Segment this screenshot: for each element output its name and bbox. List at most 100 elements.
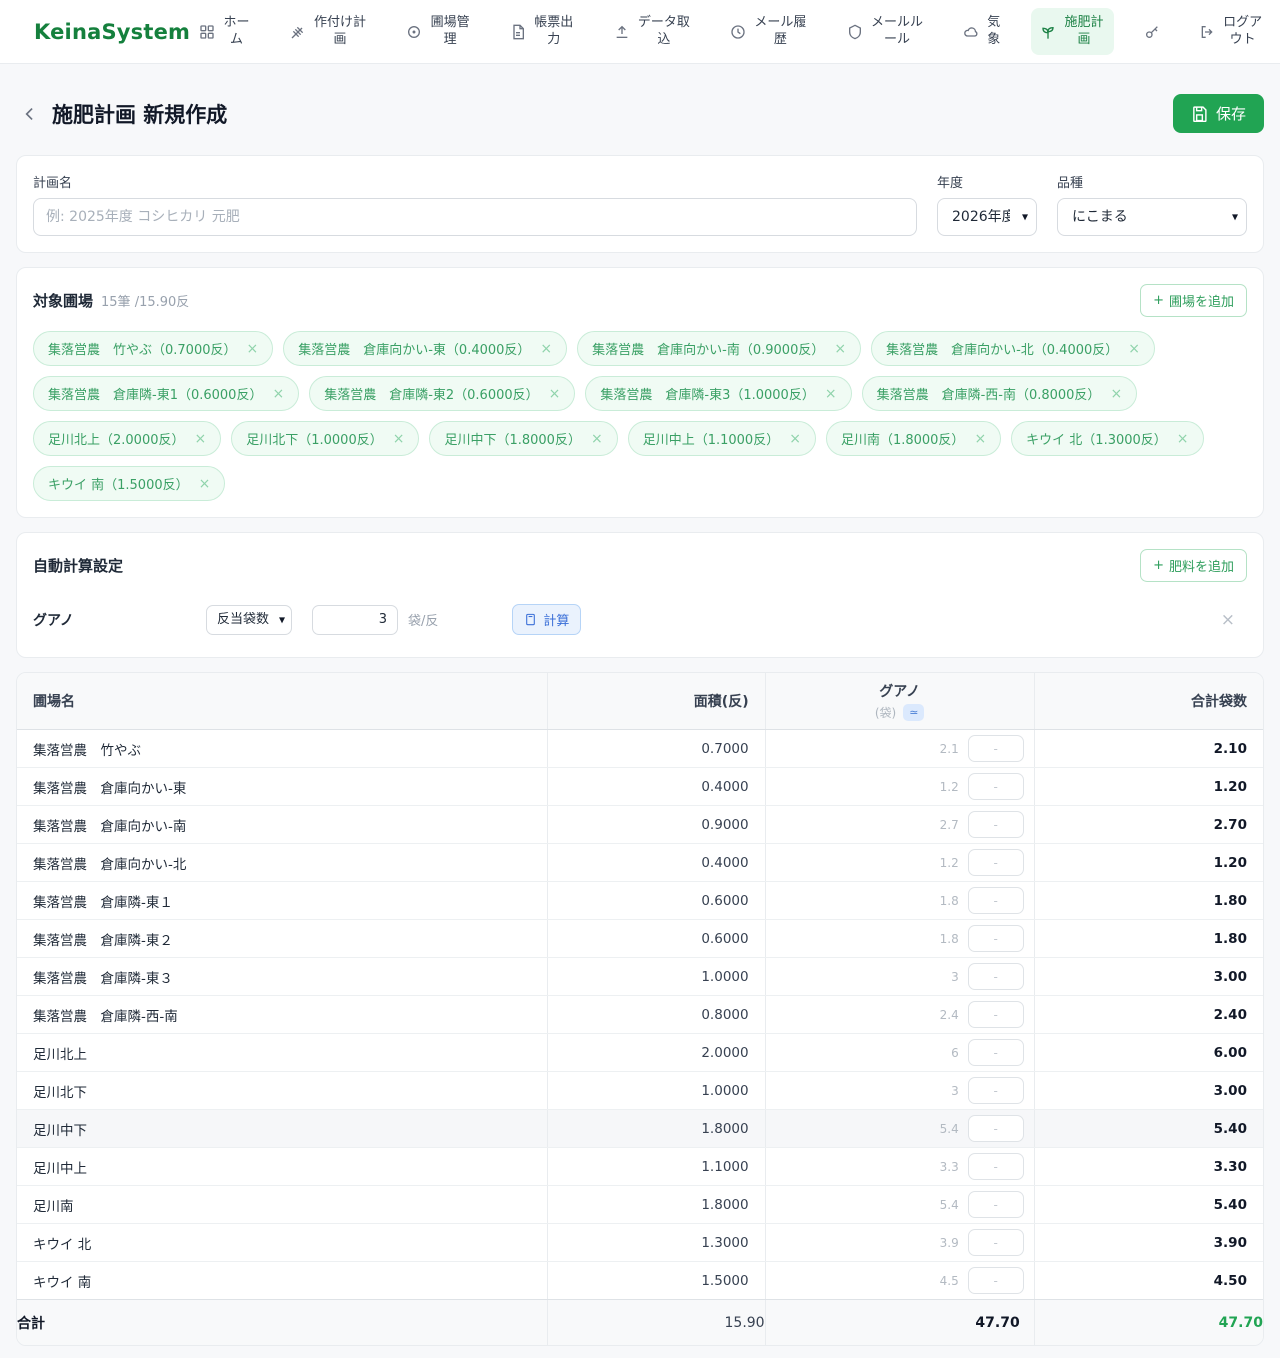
tag-close-icon[interactable]: ×	[195, 432, 207, 446]
manual-amount-input[interactable]	[968, 963, 1024, 990]
nav-item-weather[interactable]: 気象	[954, 8, 1010, 56]
field-name-cell: 集落営農 倉庫隣-東２	[17, 920, 547, 957]
plan-name-label: 計画名	[33, 172, 917, 191]
nav-item-password-key[interactable]	[1135, 17, 1169, 47]
nav-label: 作付け計画	[313, 15, 368, 49]
variety-label: 品種	[1057, 172, 1247, 191]
field-name-cell: 集落営農 倉庫隣-東１	[17, 882, 547, 919]
upload-icon	[614, 24, 630, 40]
field-tag: 集落営農 倉庫向かい-南（0.9000反） ×	[577, 331, 861, 366]
tag-close-icon[interactable]: ×	[247, 342, 259, 356]
tag-close-icon[interactable]: ×	[393, 432, 405, 446]
bags-per-tan-input[interactable]	[312, 605, 398, 635]
nav-item-fertilization-plan[interactable]: 施肥計画	[1031, 8, 1114, 56]
nav-item-report-output[interactable]: 帳票出力	[501, 8, 584, 56]
manual-amount-input[interactable]	[968, 1077, 1024, 1104]
area-cell: 1.0000	[547, 958, 765, 995]
fertilizer-cell: 2.7	[765, 806, 1034, 843]
table-row: 集落営農 倉庫向かい-東 0.4000 1.2 1.20	[17, 768, 1263, 806]
tag-close-icon[interactable]: ×	[974, 432, 986, 446]
fertilizer-name: グアノ	[33, 610, 206, 630]
table-row: キウイ 南 1.5000 4.5 4.50	[17, 1262, 1263, 1299]
tag-close-icon[interactable]: ×	[825, 387, 837, 401]
nav-label: ホーム	[222, 15, 251, 49]
nav-item-home[interactable]: ホーム	[190, 8, 260, 56]
grand-total: 47.70	[1034, 1300, 1263, 1345]
fertilizer-cell: 1.8	[765, 920, 1034, 957]
manual-amount-input[interactable]	[968, 1039, 1024, 1066]
manual-amount-input[interactable]	[968, 811, 1024, 838]
area-cell: 0.9000	[547, 806, 765, 843]
manual-amount-input[interactable]	[968, 1153, 1024, 1180]
brand-logo: KeinaSystem	[34, 20, 190, 44]
row-total-cell: 4.50	[1034, 1262, 1263, 1299]
auto-calc-card: 自動計算設定 + 肥料を追加 グアノ 反当袋数 ▾ 袋/反 計算 ×	[16, 532, 1264, 658]
manual-amount-input[interactable]	[968, 1001, 1024, 1028]
row-total-cell: 5.40	[1034, 1186, 1263, 1223]
nav-item-mail-rules[interactable]: メールルール	[838, 8, 934, 56]
field-tag: 足川中上（1.1000反） ×	[628, 421, 816, 456]
field-name-cell: 集落営農 倉庫向かい-北	[17, 844, 547, 881]
area-cell: 0.4000	[547, 768, 765, 805]
auto-calc-value: 3	[951, 970, 959, 984]
area-cell: 1.5000	[547, 1262, 765, 1299]
tag-close-icon[interactable]: ×	[199, 477, 211, 491]
table-row: 集落営農 倉庫隣-東２ 0.6000 1.8 1.80	[17, 920, 1263, 958]
manual-amount-input[interactable]	[968, 1229, 1024, 1256]
manual-amount-input[interactable]	[968, 925, 1024, 952]
manual-amount-input[interactable]	[968, 1267, 1024, 1294]
nav-item-logout[interactable]: ログアウト	[1190, 8, 1273, 56]
nav-item-field-management[interactable]: 圃場管理	[397, 8, 480, 56]
table-row: 足川北上 2.0000 6 6.00	[17, 1034, 1263, 1072]
back-button[interactable]	[16, 100, 44, 128]
add-fertilizer-button[interactable]: + 肥料を追加	[1140, 549, 1247, 582]
remove-fertilizer-icon[interactable]: ×	[1221, 610, 1235, 630]
plan-name-input[interactable]	[33, 198, 917, 236]
manual-amount-input[interactable]	[968, 773, 1024, 800]
row-total-cell: 2.70	[1034, 806, 1263, 843]
field-tag-label: 足川北下（1.0000反）	[246, 429, 383, 448]
auto-calc-value: 1.2	[940, 856, 959, 870]
manual-amount-input[interactable]	[968, 887, 1024, 914]
nav-item-planting-plan[interactable]: 作付け計画	[281, 8, 377, 56]
total-label: 合計	[17, 1300, 547, 1345]
table-row: 集落営農 倉庫隣-東３ 1.0000 3 3.00	[17, 958, 1263, 996]
manual-amount-input[interactable]	[968, 849, 1024, 876]
field-tag: 足川南（1.8000反） ×	[826, 421, 1001, 456]
area-cell: 1.0000	[547, 1072, 765, 1109]
tag-close-icon[interactable]: ×	[272, 387, 284, 401]
field-tag-label: キウイ 北（1.3000反）	[1026, 429, 1167, 448]
grid-icon	[199, 24, 215, 40]
row-total-cell: 6.00	[1034, 1034, 1263, 1071]
nav-item-mail-history[interactable]: メール履歴	[721, 8, 817, 56]
tag-close-icon[interactable]: ×	[1177, 432, 1189, 446]
table-row: 足川北下 1.0000 3 3.00	[17, 1072, 1263, 1110]
manual-amount-input[interactable]	[968, 1115, 1024, 1142]
tag-close-icon[interactable]: ×	[834, 342, 846, 356]
header-fertilizer-unit: (袋)	[875, 704, 896, 721]
field-tag-label: 集落営農 倉庫隣-西-南（0.8000反）	[877, 384, 1101, 403]
approx-toggle-badge[interactable]: ≃	[903, 704, 924, 721]
save-button[interactable]: 保存	[1173, 94, 1264, 133]
tag-close-icon[interactable]: ×	[789, 432, 801, 446]
tag-close-icon[interactable]: ×	[1128, 342, 1140, 356]
tag-close-icon[interactable]: ×	[540, 342, 552, 356]
auto-calc-title: 自動計算設定	[33, 555, 123, 576]
year-select[interactable]: 2026年度	[937, 198, 1037, 236]
table-row: 集落営農 倉庫向かい-北 0.4000 1.2 1.20	[17, 844, 1263, 882]
add-field-button[interactable]: + 圃場を追加	[1140, 284, 1247, 317]
field-tag-label: 集落営農 竹やぶ（0.7000反）	[48, 339, 237, 358]
manual-amount-input[interactable]	[968, 1191, 1024, 1218]
fertilizer-cell: 3.9	[765, 1224, 1034, 1261]
area-cell: 0.6000	[547, 882, 765, 919]
manual-amount-input[interactable]	[968, 735, 1024, 762]
tag-close-icon[interactable]: ×	[591, 432, 603, 446]
tag-close-icon[interactable]: ×	[549, 387, 561, 401]
table-row: 集落営農 倉庫隣-西-南 0.8000 2.4 2.40	[17, 996, 1263, 1034]
logout-icon	[1199, 24, 1215, 40]
tag-close-icon[interactable]: ×	[1110, 387, 1122, 401]
variety-select[interactable]: にこまる	[1057, 198, 1247, 236]
calculate-button[interactable]: 計算	[512, 604, 581, 635]
calc-method-select[interactable]: 反当袋数	[206, 605, 292, 635]
nav-item-data-import[interactable]: データ取込	[605, 8, 701, 56]
